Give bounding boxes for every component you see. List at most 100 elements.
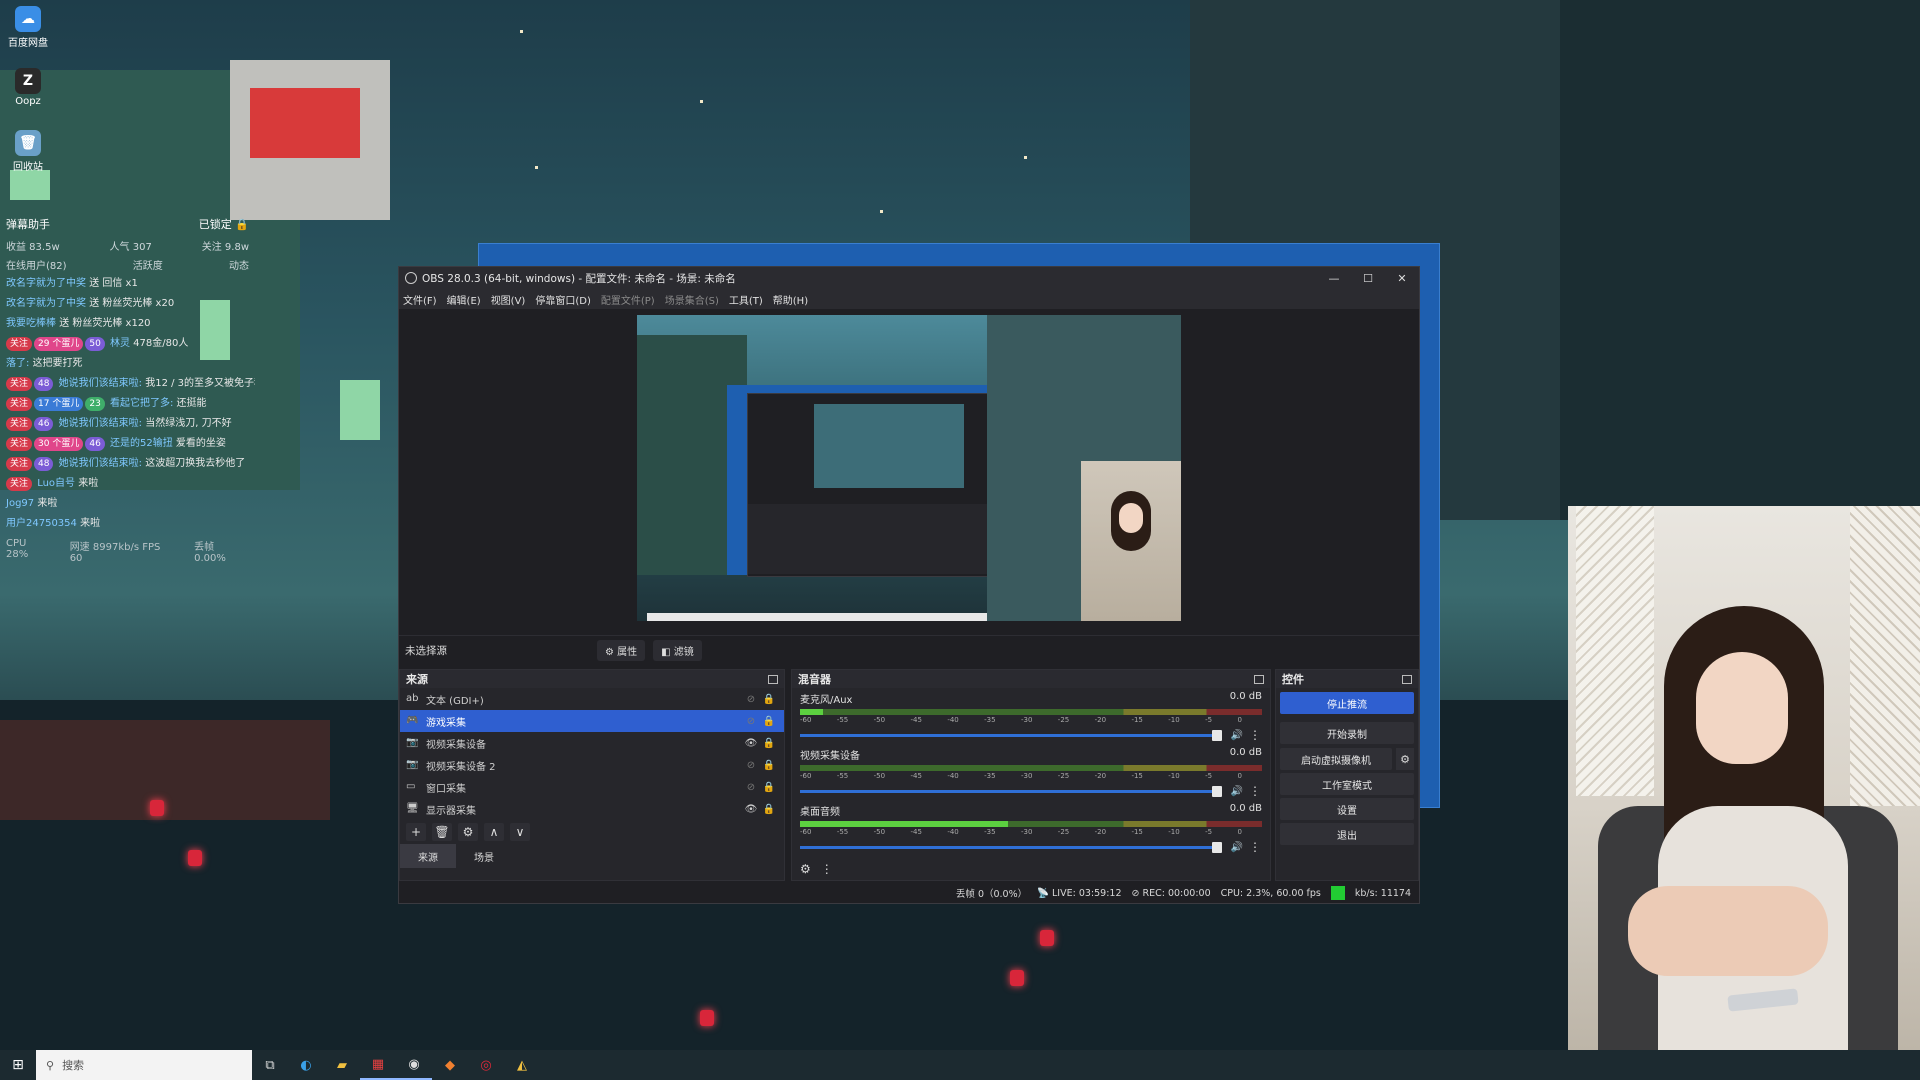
undock-icon[interactable] [1254, 674, 1264, 684]
volume-slider-handle[interactable] [1212, 841, 1222, 853]
lock-icon[interactable]: 🔒 [760, 760, 778, 771]
more-options-icon[interactable]: ⋮ [821, 862, 833, 876]
message-text: 送 粉丝荧光棒 x20 [89, 298, 175, 309]
stop-streaming-button[interactable]: 停止推流 [1280, 692, 1414, 714]
close-button[interactable]: ✕ [1385, 272, 1419, 285]
app-orange-icon[interactable]: ◆ [432, 1050, 468, 1080]
minimize-button[interactable]: — [1317, 272, 1351, 285]
danmaku-panel: 弹幕助手 已锁定 🔒 收益 83.5w 人气 307 关注 9.8w 在线用户(… [0, 212, 255, 568]
add-source-button[interactable]: + [406, 823, 426, 841]
app-red-icon[interactable]: ▦ [360, 1050, 396, 1080]
source-item[interactable]: 📷 视频采集设备 👁 🔒 [400, 732, 784, 754]
studio-mode-button[interactable]: 工作室模式 [1280, 773, 1414, 795]
desktop-icon-oopz[interactable]: Z Oopz [6, 68, 50, 107]
stat-online-users[interactable]: 在线用户(82) [6, 257, 67, 272]
task-view-icon[interactable]: ⧉ [252, 1050, 288, 1080]
source-item[interactable]: ab 文本 (GDI+) ⊘ 🔒 [400, 688, 784, 710]
level-badge: 23 [85, 397, 105, 411]
volume-slider-handle[interactable] [1212, 729, 1222, 741]
menu-tools[interactable]: 工具(T) [729, 292, 763, 307]
source-settings-button[interactable]: ⚙ [458, 823, 478, 841]
mixer-title: 混音器 [798, 673, 831, 686]
menu-view[interactable]: 视图(V) [491, 292, 526, 307]
netease-music-icon[interactable]: ◎ [468, 1050, 504, 1080]
stat-activity[interactable]: 活跃度 [133, 257, 163, 272]
start-recording-button[interactable]: 开始录制 [1280, 722, 1414, 744]
more-options-icon[interactable]: ⋮ [1248, 784, 1262, 798]
obs-titlebar[interactable]: OBS 28.0.3 (64-bit, windows) - 配置文件: 未命名… [399, 267, 1419, 289]
eye-off-icon[interactable]: ⊘ [742, 782, 760, 793]
volume-slider[interactable] [800, 729, 1222, 741]
message-user: 林灵 [109, 338, 130, 349]
tick-label: -5 [1205, 772, 1213, 780]
taskbar-search[interactable]: ⚲ 搜索 [36, 1050, 252, 1080]
app-yellow-icon[interactable]: ◭ [504, 1050, 540, 1080]
volume-slider[interactable] [800, 785, 1222, 797]
tick-label: -25 [1057, 772, 1070, 780]
more-options-icon[interactable]: ⋮ [1248, 840, 1262, 854]
speaker-icon[interactable]: 🔊 [1226, 842, 1248, 853]
source-item[interactable]: ▭ 窗口采集 ⊘ 🔒 [400, 776, 784, 798]
window-title: OBS 28.0.3 (64-bit, windows) - 配置文件: 未命名… [422, 272, 736, 285]
lock-icon[interactable]: 🔒 [760, 804, 778, 815]
speaker-icon[interactable]: 🔊 [1226, 730, 1248, 741]
speaker-icon[interactable]: 🔊 [1226, 786, 1248, 797]
message-text: 这把要打死 [32, 358, 83, 369]
volume-slider-handle[interactable] [1212, 785, 1222, 797]
settings-button[interactable]: 设置 [1280, 798, 1414, 820]
audio-settings-icon[interactable]: ⚙ [800, 862, 811, 876]
tick-label: 0 [1237, 716, 1242, 724]
menu-profile[interactable]: 配置文件(P) [601, 292, 655, 307]
remove-source-button[interactable]: 🗑 [432, 823, 452, 841]
menu-scene-collection[interactable]: 场景集合(S) [665, 292, 719, 307]
desktop-icon-baidu-netdisk[interactable]: ☁ 百度网盘 [6, 6, 50, 49]
start-button[interactable]: ⊞ [0, 1057, 36, 1073]
volume-slider[interactable] [800, 841, 1222, 853]
tab-sources[interactable]: 来源 [400, 844, 456, 868]
source-item[interactable]: 📷 视频采集设备 2 ⊘ 🔒 [400, 754, 784, 776]
virtual-camera-settings-icon[interactable]: ⚙ [1396, 748, 1414, 770]
lock-icon[interactable]: 🔒 [760, 694, 778, 705]
menu-help[interactable]: 帮助(H) [773, 292, 808, 307]
source-item[interactable]: 🖥 显示器采集 👁 🔒 [400, 798, 784, 820]
source-name: 视频采集设备 2 [426, 761, 496, 773]
desktop-icon-recycle-bin[interactable]: 🗑 回收站 [6, 130, 50, 173]
exit-button[interactable]: 退出 [1280, 823, 1414, 845]
folding-screen-left [1576, 506, 1654, 796]
eye-off-icon[interactable]: ⊘ [742, 694, 760, 705]
tab-scenes[interactable]: 场景 [456, 844, 512, 868]
properties-button[interactable]: ⚙ 属性 [597, 640, 646, 661]
more-options-icon[interactable]: ⋮ [1248, 728, 1262, 742]
tick-label: -10 [1168, 716, 1180, 724]
menu-docks[interactable]: 停靠窗口(D) [535, 292, 591, 307]
lock-icon[interactable]: 🔒 [760, 782, 778, 793]
tick-label: -60 [800, 828, 812, 836]
preview-canvas[interactable] [637, 315, 1181, 621]
menu-file[interactable]: 文件(F) [403, 292, 437, 307]
move-down-button[interactable]: ∨ [510, 823, 530, 841]
source-item[interactable]: 🎮 游戏采集 ⊘ 🔒 [400, 710, 784, 732]
lock-icon[interactable]: 🔒 [760, 738, 778, 749]
obs-icon[interactable]: ◉ [396, 1050, 432, 1080]
eye-off-icon[interactable]: ⊘ [742, 716, 760, 727]
eye-off-icon[interactable]: ⊘ [742, 760, 760, 771]
live-status: 📡 LIVE: 03:59:12 [1037, 888, 1121, 899]
filters-button[interactable]: ◧ 滤镜 [653, 640, 702, 661]
eye-icon[interactable]: 👁 [742, 738, 760, 749]
maximize-button[interactable]: ☐ [1351, 272, 1385, 285]
undock-icon[interactable] [768, 674, 778, 684]
start-virtual-camera-button[interactable]: 启动虚拟摄像机 [1280, 748, 1392, 770]
stat-feed[interactable]: 动态 [229, 257, 249, 272]
undock-icon[interactable] [1402, 674, 1412, 684]
eye-icon[interactable]: 👁 [742, 804, 760, 815]
menu-edit[interactable]: 编辑(E) [447, 292, 481, 307]
lock-icon[interactable]: 🔒 [760, 716, 778, 727]
tick-label: -10 [1168, 772, 1180, 780]
meter-ticks: -60 -55 -50 -45 -40 -35 -30 -25 -20 -15 -10 -5 0 [800, 716, 1262, 724]
edge-icon[interactable]: ◐ [288, 1050, 324, 1080]
channel-db: 0.0 dB [1229, 747, 1262, 758]
danmaku-lock-status[interactable]: 已锁定 🔒 [199, 216, 249, 232]
message-text: 来啦 [78, 478, 99, 489]
move-up-button[interactable]: ∧ [484, 823, 504, 841]
file-explorer-icon[interactable]: ▰ [324, 1050, 360, 1080]
